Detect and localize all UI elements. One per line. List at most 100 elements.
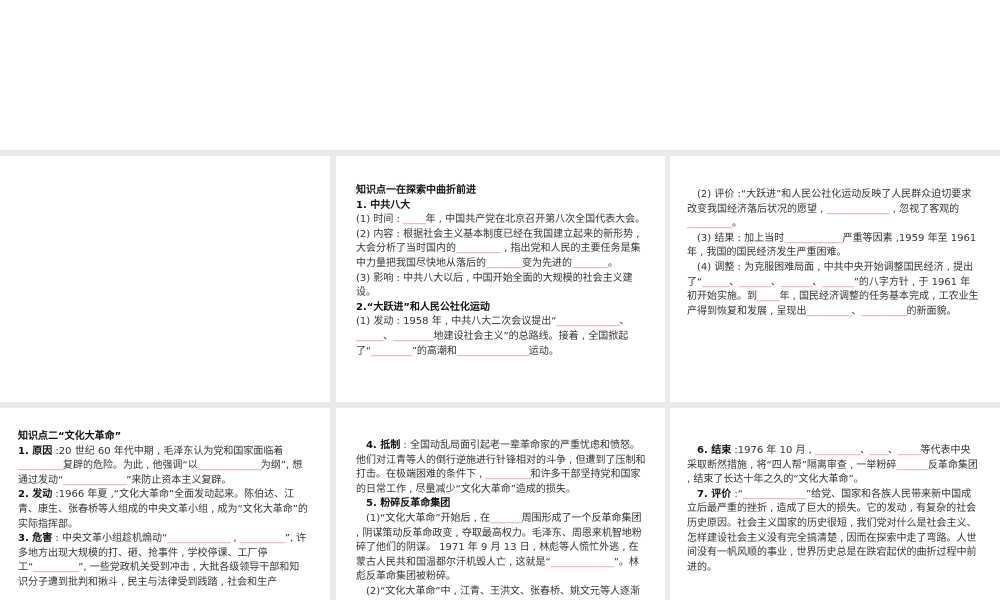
- text: 、: [619, 316, 630, 328]
- fill-in-blank[interactable]: __________: [862, 306, 908, 317]
- fill-in-blank[interactable]: _____________: [784, 233, 843, 244]
- fill-in-blank[interactable]: _____: [898, 445, 921, 456]
- fill-in-blank[interactable]: _______: [896, 460, 928, 471]
- item-label: 1. 原因: [18, 445, 53, 457]
- fill-in-blank[interactable]: ____: [870, 445, 889, 456]
- slide-thumbnail-3[interactable]: (2) 评价 :“大跃进”和人民公社化运动反映了人民群众迫切要求改变我国经济落后…: [670, 156, 1000, 402]
- text: 知识点二“文化大革命”: [18, 431, 122, 442]
- text: 年 , 中国共产党在北京召开第八次全国代表大会。: [425, 214, 646, 226]
- text: : 中央文革小组趁机煽动“: [52, 533, 168, 545]
- fill-in-blank[interactable]: __________: [18, 460, 64, 471]
- fill-in-blank[interactable]: __________: [456, 243, 502, 254]
- fill-in-blank[interactable]: ______________: [743, 489, 807, 500]
- fill-in-blank[interactable]: __________: [486, 469, 532, 480]
- slide-thumbnail-4[interactable]: 知识点二“文化大革命” 1. 原因 :20 世纪 60 年代中期 , 毛泽东认为党…: [0, 408, 330, 600]
- fill-in-blank[interactable]: ______: [702, 277, 730, 288]
- fill-in-blank[interactable]: ______________: [551, 557, 615, 568]
- text: 、: [888, 445, 899, 456]
- paragraph: 3. 危害 : 中央文革小组趁机煽动“______________ , ____…: [18, 532, 308, 590]
- text: (1) 发动 : 1958 年 , 中共八大二次会议提出“: [356, 316, 557, 328]
- slide-thumbnail-5[interactable]: 4. 抵制 : 全国动乱局面引起老一辈革命家的严重忧虑和愤怒。他们对江青等人的倒…: [336, 408, 665, 600]
- text: 、: [851, 305, 862, 317]
- text: 、: [812, 276, 823, 288]
- text: ”来防止资本主义复辟。: [126, 474, 232, 486]
- text: 运动。: [528, 345, 559, 357]
- text: 2.“大跃进”和人民公社化运动: [356, 301, 490, 313]
- paragraph: (4) 调整 : 为克服困难局面 , 中共中央开始调整国民经济 , 提出了“__…: [687, 261, 979, 319]
- item-label: 2. 发动: [18, 489, 53, 501]
- slide-content: 6. 结束 :1976 年 10 月 , __________、____、___…: [687, 444, 979, 575]
- blank-top-area: [0, 0, 1000, 150]
- text: 、: [729, 276, 740, 288]
- paragraph: (3) 结果 : 加上当时_____________严重等因素 ,1959 年至…: [687, 232, 979, 261]
- fill-in-blank[interactable]: _______: [822, 277, 854, 288]
- paragraph: (2) 内容 : 根据社会主义基本制度已经在我国建立起来的新形势 , 大会分析了…: [356, 228, 646, 272]
- text: (3) 影响 : 中共八大以后 , 中国开始全面的大规模的社会主义建设。: [356, 272, 633, 299]
- slide-thumbnail-2[interactable]: 知识点一在探索中曲折前进 1. 中共八大 (1) 时间 : _____年 , 中国共…: [336, 156, 665, 402]
- fill-in-blank[interactable]: _______: [739, 277, 771, 288]
- fill-in-blank[interactable]: ________: [486, 258, 523, 269]
- text: 1. 中共八大: [356, 199, 411, 211]
- text: :1976 年 10 月 ,: [731, 445, 816, 456]
- text: 。: [732, 218, 742, 230]
- paragraph: 6. 结束 :1976 年 10 月 , __________、____、___…: [687, 444, 979, 488]
- text: , 忽视了客观的: [889, 203, 960, 215]
- text: (2)“文化大革命”中 , 江青、王洪文、张春桥、姚文元等人逐渐: [366, 585, 641, 597]
- fill-in-blank[interactable]: ______________: [827, 204, 891, 215]
- text: 复辟的危险。为此 , 他强调“以: [63, 460, 198, 472]
- slide-thumbnail-6[interactable]: 6. 结束 :1976 年 10 月 , __________、____、___…: [670, 408, 1000, 600]
- text: :20 世纪 60 年代中期 , 毛泽东认为党和国家面临着: [52, 445, 284, 457]
- text: 、: [860, 445, 871, 456]
- fill-in-blank[interactable]: _______: [490, 513, 522, 524]
- text: ”的高潮和: [411, 345, 457, 357]
- fill-in-blank[interactable]: ______________: [198, 460, 262, 471]
- text: :“: [731, 488, 743, 500]
- slide-content: (2) 评价 :“大跃进”和人民公社化运动反映了人民群众迫切要求改变我国经济落后…: [687, 188, 979, 319]
- slide-thumbnail-1[interactable]: [0, 156, 330, 402]
- text: 。: [608, 257, 618, 269]
- slide-content: 知识点二“文化大革命” 1. 原因 :20 世纪 60 年代中期 , 毛泽东认为党…: [18, 430, 308, 591]
- text: ,: [230, 533, 240, 545]
- paragraph: 1. 原因 :20 世纪 60 年代中期 , 毛泽东认为党和国家面临着 _____…: [18, 445, 308, 489]
- text: 变为先进的: [522, 257, 572, 269]
- fill-in-blank[interactable]: ______________: [167, 533, 231, 544]
- fill-in-blank[interactable]: ____: [556, 316, 575, 327]
- item-label: 3. 危害: [18, 533, 53, 545]
- text: 知识点一在探索中曲折前进: [356, 185, 476, 196]
- fill-in-blank[interactable]: ________________: [457, 346, 530, 357]
- text: 、: [383, 330, 393, 342]
- text: (3) 结果 : 加上当时: [697, 232, 785, 244]
- fill-in-blank[interactable]: __________: [240, 533, 286, 544]
- fill-in-blank[interactable]: _________: [393, 331, 434, 342]
- paragraph: (2) 评价 :“大跃进”和人民公社化运动反映了人民群众迫切要求改变我国经济落后…: [687, 188, 979, 232]
- fill-in-blank[interactable]: __________: [574, 316, 620, 327]
- section-title: 知识点一在探索中曲折前进: [356, 184, 646, 199]
- paragraph: 4. 抵制 : 全国动乱局面引起老一辈革命家的严重忧虑和愤怒。他们对江青等人的倒…: [356, 439, 646, 497]
- text: ”给党、国家和各族人民带来新中国成立后最严重的挫折 , 造成了巨大的损失。它的发…: [687, 488, 977, 573]
- fill-in-blank[interactable]: __________: [687, 218, 733, 229]
- fill-in-blank[interactable]: _____: [403, 214, 426, 225]
- text: 、: [770, 276, 781, 288]
- paragraph: (1) 发动 : 1958 年 , 中共八大二次会议提出“___________…: [356, 315, 646, 359]
- slide-thumbnail-grid: 知识点一在探索中曲折前进 1. 中共八大 (1) 时间 : _____年 , 中国共…: [0, 150, 1000, 600]
- fill-in-blank[interactable]: ________: [572, 258, 609, 269]
- subsection-heading: 2.“大跃进”和人民公社化运动: [356, 301, 646, 316]
- fill-in-blank[interactable]: ______________: [63, 475, 127, 486]
- slide-content: 4. 抵制 : 全国动乱局面引起老一辈革命家的严重忧虑和愤怒。他们对江青等人的倒…: [356, 439, 646, 600]
- fill-in-blank[interactable]: __________: [807, 306, 853, 317]
- fill-in-blank[interactable]: __________: [815, 445, 861, 456]
- fill-in-blank[interactable]: ______: [356, 331, 384, 342]
- fill-in-blank[interactable]: _______: [781, 277, 813, 288]
- paragraph: 2. 发动 :1966 年夏 ,“文化大革命”全面发动起来。陈伯达、江青、康生、…: [18, 488, 308, 532]
- fill-in-blank[interactable]: _____: [757, 291, 780, 302]
- paragraph: 7. 评价 :“______________”给党、国家和各族人民带来新中国成立…: [687, 488, 979, 576]
- fill-in-blank[interactable]: _________: [371, 346, 412, 357]
- item-label: 4. 抵制: [366, 440, 401, 451]
- paragraph: (1) 时间 : _____年 , 中国共产党在北京召开第八次全国代表大会。: [356, 213, 646, 228]
- subsection-heading: 1. 中共八大: [356, 199, 646, 214]
- item-label: 6. 结束: [697, 445, 732, 456]
- section-title: 知识点二“文化大革命”: [18, 430, 308, 445]
- slide-content: 知识点一在探索中曲折前进 1. 中共八大 (1) 时间 : _____年 , 中国共…: [356, 184, 646, 359]
- paragraph: (3) 影响 : 中共八大以后 , 中国开始全面的大规模的社会主义建设。: [356, 272, 646, 301]
- fill-in-blank[interactable]: __________: [33, 562, 79, 573]
